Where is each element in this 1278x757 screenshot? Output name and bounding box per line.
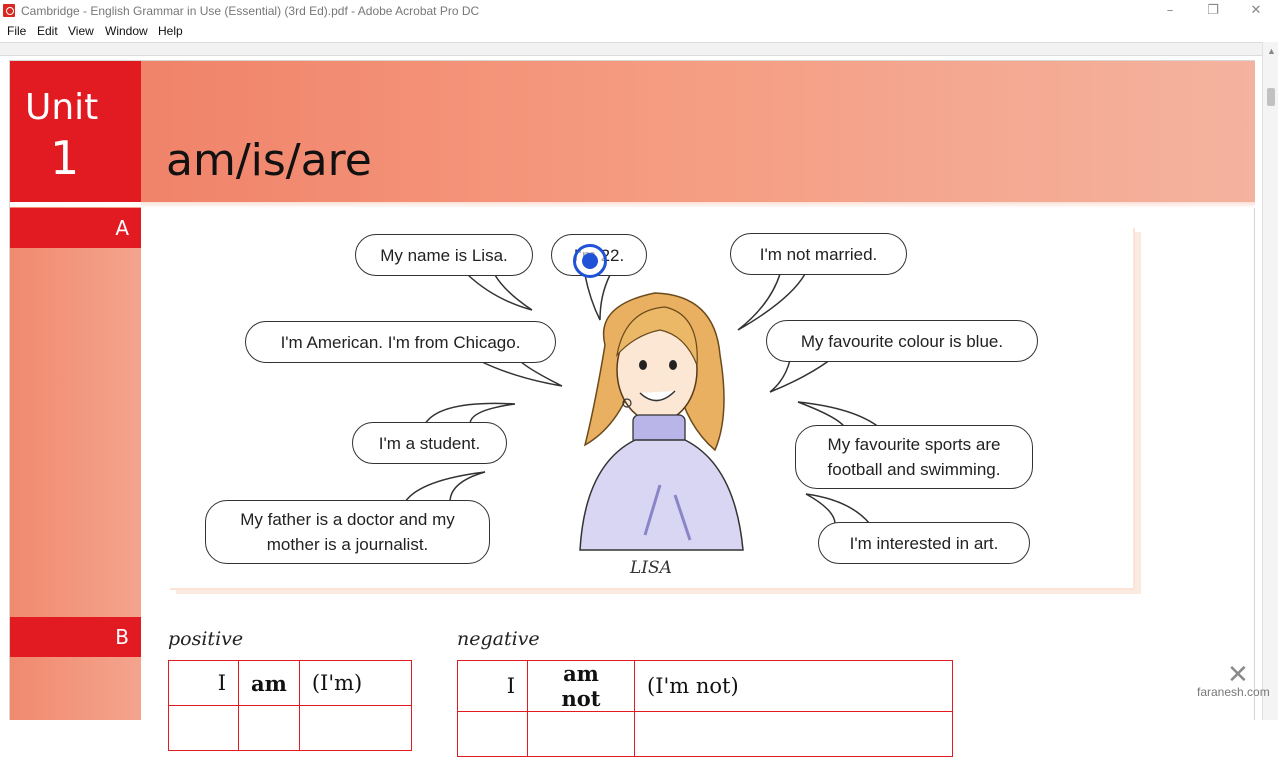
scrollbar-thumb[interactable] — [1267, 88, 1275, 106]
negative-label: negative — [457, 628, 540, 650]
bubble-name: My name is Lisa. — [355, 234, 533, 276]
positive-label: positive — [168, 628, 244, 650]
bubble-not-married: I'm not married. — [730, 233, 907, 275]
vertical-scrollbar[interactable]: ▲ — [1262, 42, 1278, 720]
bubble-father-line2: mother is a journalist. — [266, 535, 429, 554]
bubble-sports-line1: My favourite sports are — [827, 435, 1001, 454]
table-cell: I — [168, 660, 239, 706]
cursor-icon — [582, 253, 598, 269]
bubble-father-line1: My father is a doctor and my — [240, 510, 455, 529]
tail-student — [423, 402, 516, 425]
scroll-up-icon[interactable]: ▲ — [1267, 46, 1276, 56]
tail-interested — [805, 493, 872, 525]
table-row — [168, 705, 412, 751]
bubble-american: I'm American. I'm from Chicago. — [245, 321, 556, 363]
watermark: ✕ faranesh.com — [1197, 660, 1278, 700]
bubble-father: My father is a doctor and my mother is a… — [205, 500, 490, 564]
bubble-interested: I'm interested in art. — [818, 522, 1030, 564]
positive-table: I am (I'm) — [168, 660, 412, 751]
table-cell: am not — [527, 660, 635, 712]
watermark-text: faranesh.com — [1197, 685, 1270, 699]
tail-american — [479, 360, 563, 387]
table-cell: I — [457, 660, 528, 712]
table-cell: (I'm) — [298, 660, 412, 706]
table-cell: (I'm not) — [634, 660, 953, 712]
tail-name — [466, 274, 533, 311]
table-cell: am — [238, 660, 300, 706]
bubble-colour: My favourite colour is blue. — [766, 320, 1038, 362]
character-caption: LISA — [630, 558, 672, 578]
table-row — [457, 711, 953, 757]
table-row: I am not (I'm not) — [457, 660, 953, 712]
tail-father — [403, 471, 486, 503]
bubble-sports: My favourite sports are football and swi… — [795, 425, 1033, 489]
lisa-illustration — [579, 292, 744, 551]
table-row: I am (I'm) — [168, 660, 412, 706]
tail-colour — [769, 359, 833, 393]
negative-table: I am not (I'm not) — [457, 660, 953, 757]
bubble-sports-line2: football and swimming. — [827, 460, 1001, 479]
bubble-student: I'm a student. — [352, 422, 507, 464]
